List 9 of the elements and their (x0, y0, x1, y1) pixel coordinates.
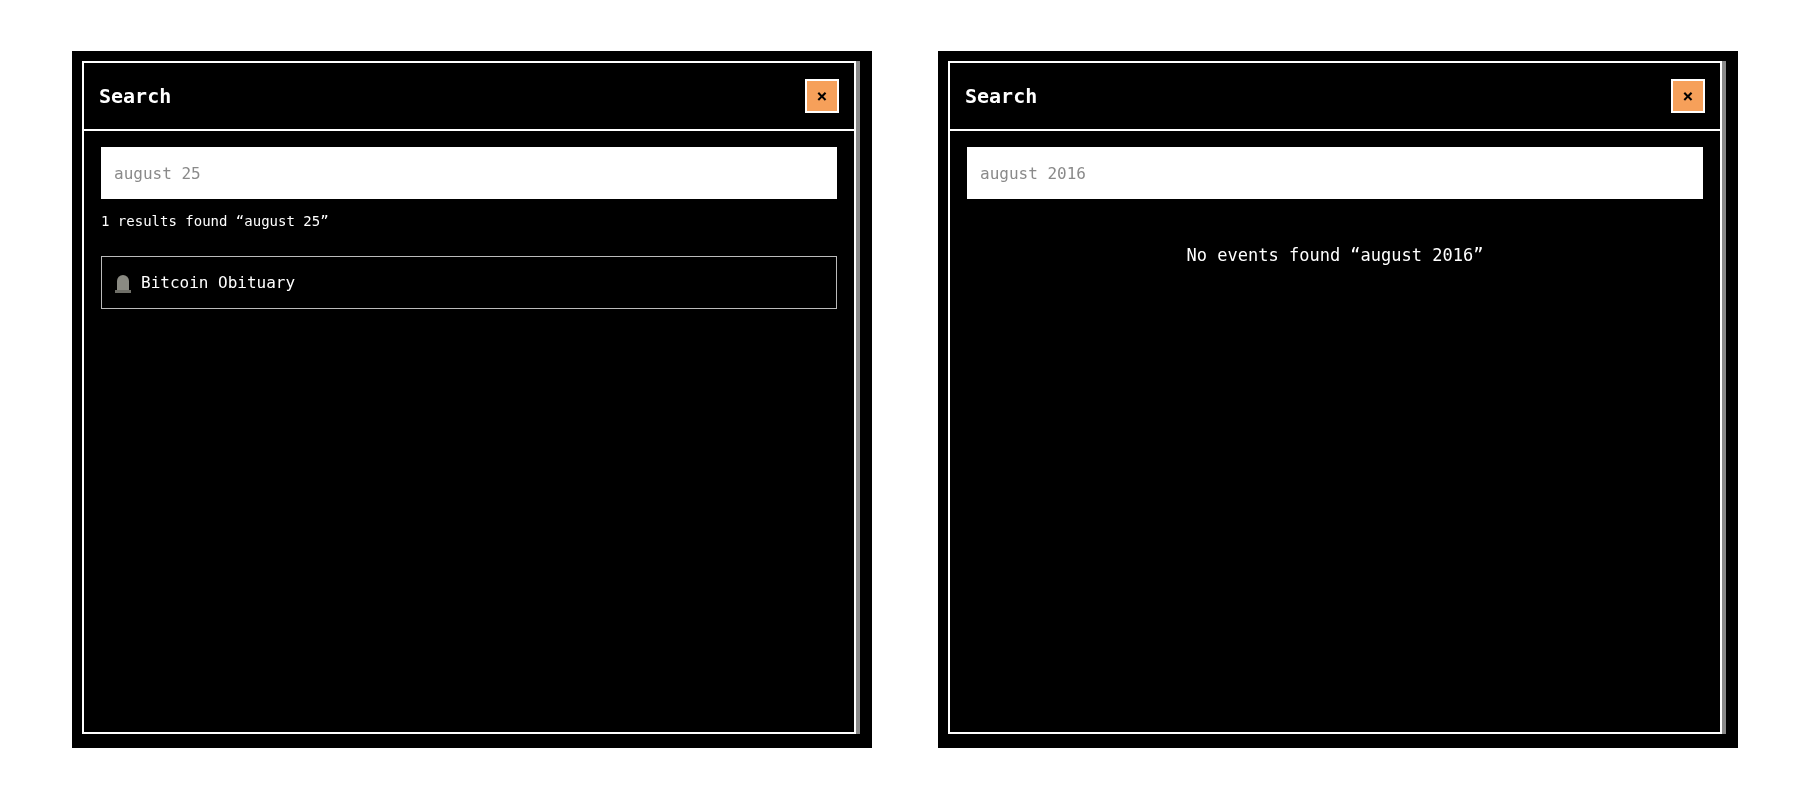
no-results-message: No events found “august 2016” (1186, 244, 1484, 267)
close-button[interactable]: × (805, 79, 839, 113)
dialog-title: Search (99, 83, 172, 110)
result-item[interactable]: Bitcoin Obituary (101, 256, 837, 309)
close-button[interactable]: × (1671, 79, 1705, 113)
results-count: 1 results found “august 25” (101, 212, 330, 231)
dialog-title: Search (965, 83, 1038, 110)
search-field[interactable]: august 2016 (967, 147, 1703, 199)
tombstone-icon (115, 272, 131, 293)
